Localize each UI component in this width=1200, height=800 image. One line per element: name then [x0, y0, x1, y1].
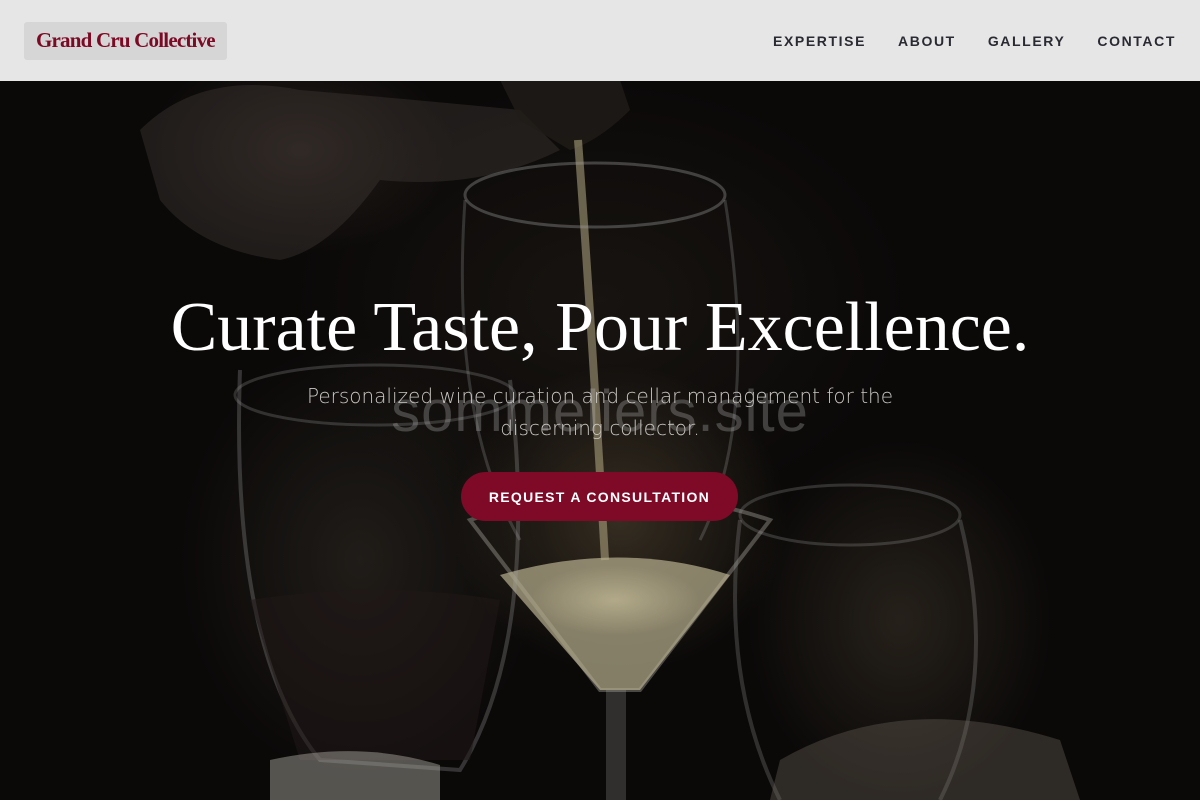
request-consultation-button[interactable]: REQUEST A CONSULTATION — [461, 472, 738, 521]
hero-title: Curate Taste, Pour Excellence. — [170, 289, 1030, 366]
nav-link-about[interactable]: ABOUT — [898, 33, 956, 49]
main-nav: EXPERTISE ABOUT GALLERY CONTACT — [773, 33, 1176, 49]
nav-link-gallery[interactable]: GALLERY — [988, 33, 1066, 49]
hero-subtitle: Personalized wine curation and cellar ma… — [306, 384, 894, 440]
site-header: Grand Cru Collective EXPERTISE ABOUT GAL… — [0, 0, 1200, 81]
nav-link-contact[interactable]: CONTACT — [1097, 33, 1176, 49]
page: sommeliers.site Grand Cru Collective EXP… — [0, 0, 1200, 800]
hero-section: Curate Taste, Pour Excellence. Personali… — [0, 0, 1200, 800]
brand-logo[interactable]: Grand Cru Collective — [24, 21, 227, 60]
nav-link-expertise[interactable]: EXPERTISE — [773, 33, 866, 49]
